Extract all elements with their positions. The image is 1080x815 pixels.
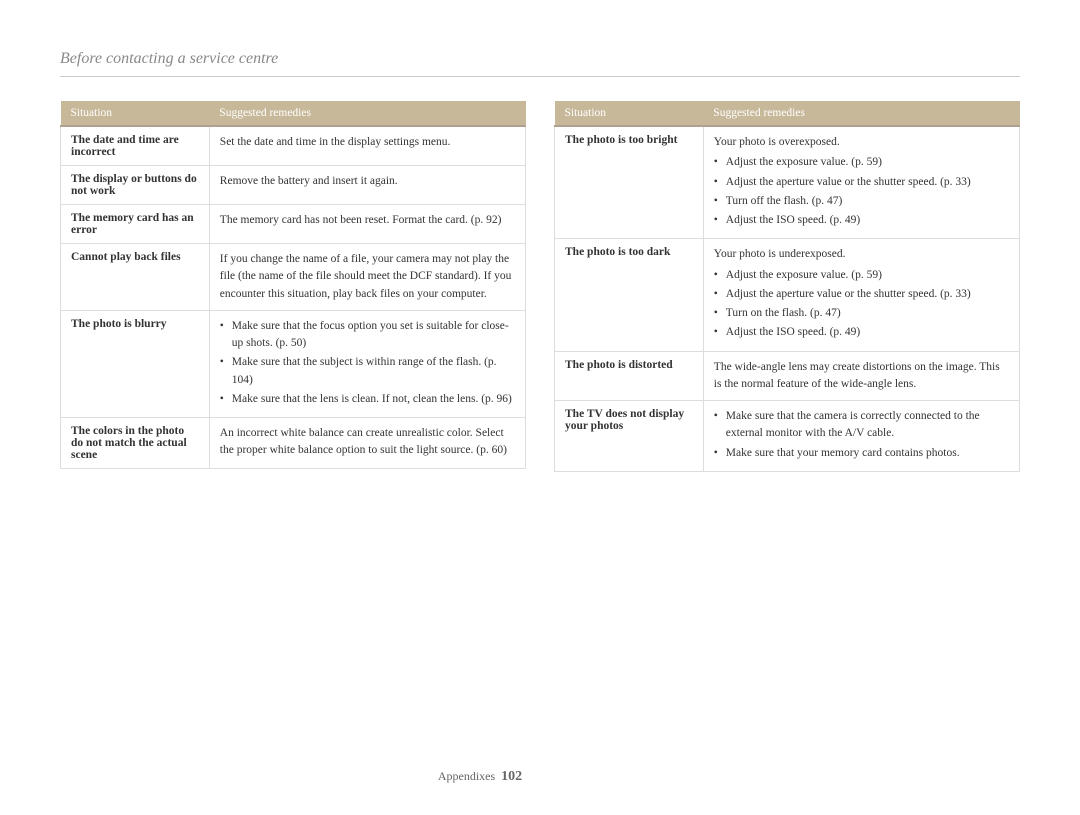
left-col-remedies: Suggested remedies	[209, 101, 525, 126]
list-item: Make sure that the lens is clean. If not…	[220, 391, 515, 408]
list-item: Adjust the ISO speed. (p. 49)	[714, 212, 1009, 229]
list-item: Adjust the aperture value or the shutter…	[714, 286, 1009, 303]
right-remedy-cell: Your photo is overexposed.Adjust the exp…	[703, 126, 1019, 239]
left-situation-cell: The photo is blurry	[61, 310, 210, 417]
left-table-row: The photo is blurry Make sure that the fo…	[61, 310, 526, 417]
left-table-row: The display or buttons do not workRemove…	[61, 166, 526, 205]
left-remedy-cell: The memory card has not been reset. Form…	[209, 205, 525, 244]
right-table-row: The TV does not display your photos Make …	[555, 401, 1020, 472]
right-remedy-cell: Your photo is underexposed.Adjust the ex…	[703, 239, 1019, 351]
right-situation-cell: The photo is too dark	[555, 239, 704, 351]
left-remedy-cell: An incorrect white balance can create un…	[209, 418, 525, 469]
right-table-section: Situation Suggested remedies The photo i…	[554, 101, 1020, 472]
left-situation-cell: Cannot play back files	[61, 244, 210, 311]
right-situation-cell: The photo is distorted	[555, 351, 704, 401]
left-remedy-cell: Make sure that the focus option you set …	[209, 310, 525, 417]
right-remedy-cell: The wide-angle lens may create distortio…	[703, 351, 1019, 401]
list-item: Adjust the exposure value. (p. 59)	[714, 154, 1009, 171]
left-situation-cell: The colors in the photo do not match the…	[61, 418, 210, 469]
page-container: Before contacting a service centre Situa…	[0, 0, 1080, 512]
list-item: Turn on the flash. (p. 47)	[714, 305, 1009, 322]
left-remedy-cell: Remove the battery and insert it again.	[209, 166, 525, 205]
right-situation-cell: The photo is too bright	[555, 126, 704, 239]
list-item: Make sure that the focus option you set …	[220, 318, 515, 353]
left-table-row: Cannot play back filesIf you change the …	[61, 244, 526, 311]
list-item: Make sure that your memory card contains…	[714, 445, 1009, 462]
list-item: Adjust the exposure value. (p. 59)	[714, 267, 1009, 284]
left-situation-cell: The display or buttons do not work	[61, 166, 210, 205]
right-table: Situation Suggested remedies The photo i…	[554, 101, 1020, 472]
list-item: Turn off the flash. (p. 47)	[714, 193, 1009, 210]
left-remedy-cell: Set the date and time in the display set…	[209, 126, 525, 166]
left-table-row: The date and time are incorrectSet the d…	[61, 126, 526, 166]
left-table-row: The colors in the photo do not match the…	[61, 418, 526, 469]
tables-wrapper: Situation Suggested remedies The date an…	[60, 101, 1020, 472]
page-title: Before contacting a service centre	[60, 50, 1020, 68]
title-rule	[60, 76, 1020, 77]
list-item: Make sure that the subject is within ran…	[220, 354, 515, 389]
left-table: Situation Suggested remedies The date an…	[60, 101, 526, 469]
left-col-situation: Situation	[61, 101, 210, 126]
left-remedy-cell: If you change the name of a file, your c…	[209, 244, 525, 311]
right-table-row: The photo is too darkYour photo is under…	[555, 239, 1020, 351]
left-table-section: Situation Suggested remedies The date an…	[60, 101, 526, 472]
right-table-row: The photo is too brightYour photo is ove…	[555, 126, 1020, 239]
page-footer: Appendixes 102	[0, 769, 960, 785]
right-table-row: The photo is distortedThe wide-angle len…	[555, 351, 1020, 401]
left-table-row: The memory card has an errorThe memory c…	[61, 205, 526, 244]
left-situation-cell: The memory card has an error	[61, 205, 210, 244]
right-col-remedies: Suggested remedies	[703, 101, 1019, 126]
right-col-situation: Situation	[555, 101, 704, 126]
footer-page: 102	[501, 769, 522, 784]
left-situation-cell: The date and time are incorrect	[61, 126, 210, 166]
right-remedy-cell: Make sure that the camera is correctly c…	[703, 401, 1019, 472]
footer-label: Appendixes	[438, 769, 495, 783]
list-item: Make sure that the camera is correctly c…	[714, 408, 1009, 443]
list-item: Adjust the aperture value or the shutter…	[714, 174, 1009, 191]
list-item: Adjust the ISO speed. (p. 49)	[714, 324, 1009, 341]
right-situation-cell: The TV does not display your photos	[555, 401, 704, 472]
